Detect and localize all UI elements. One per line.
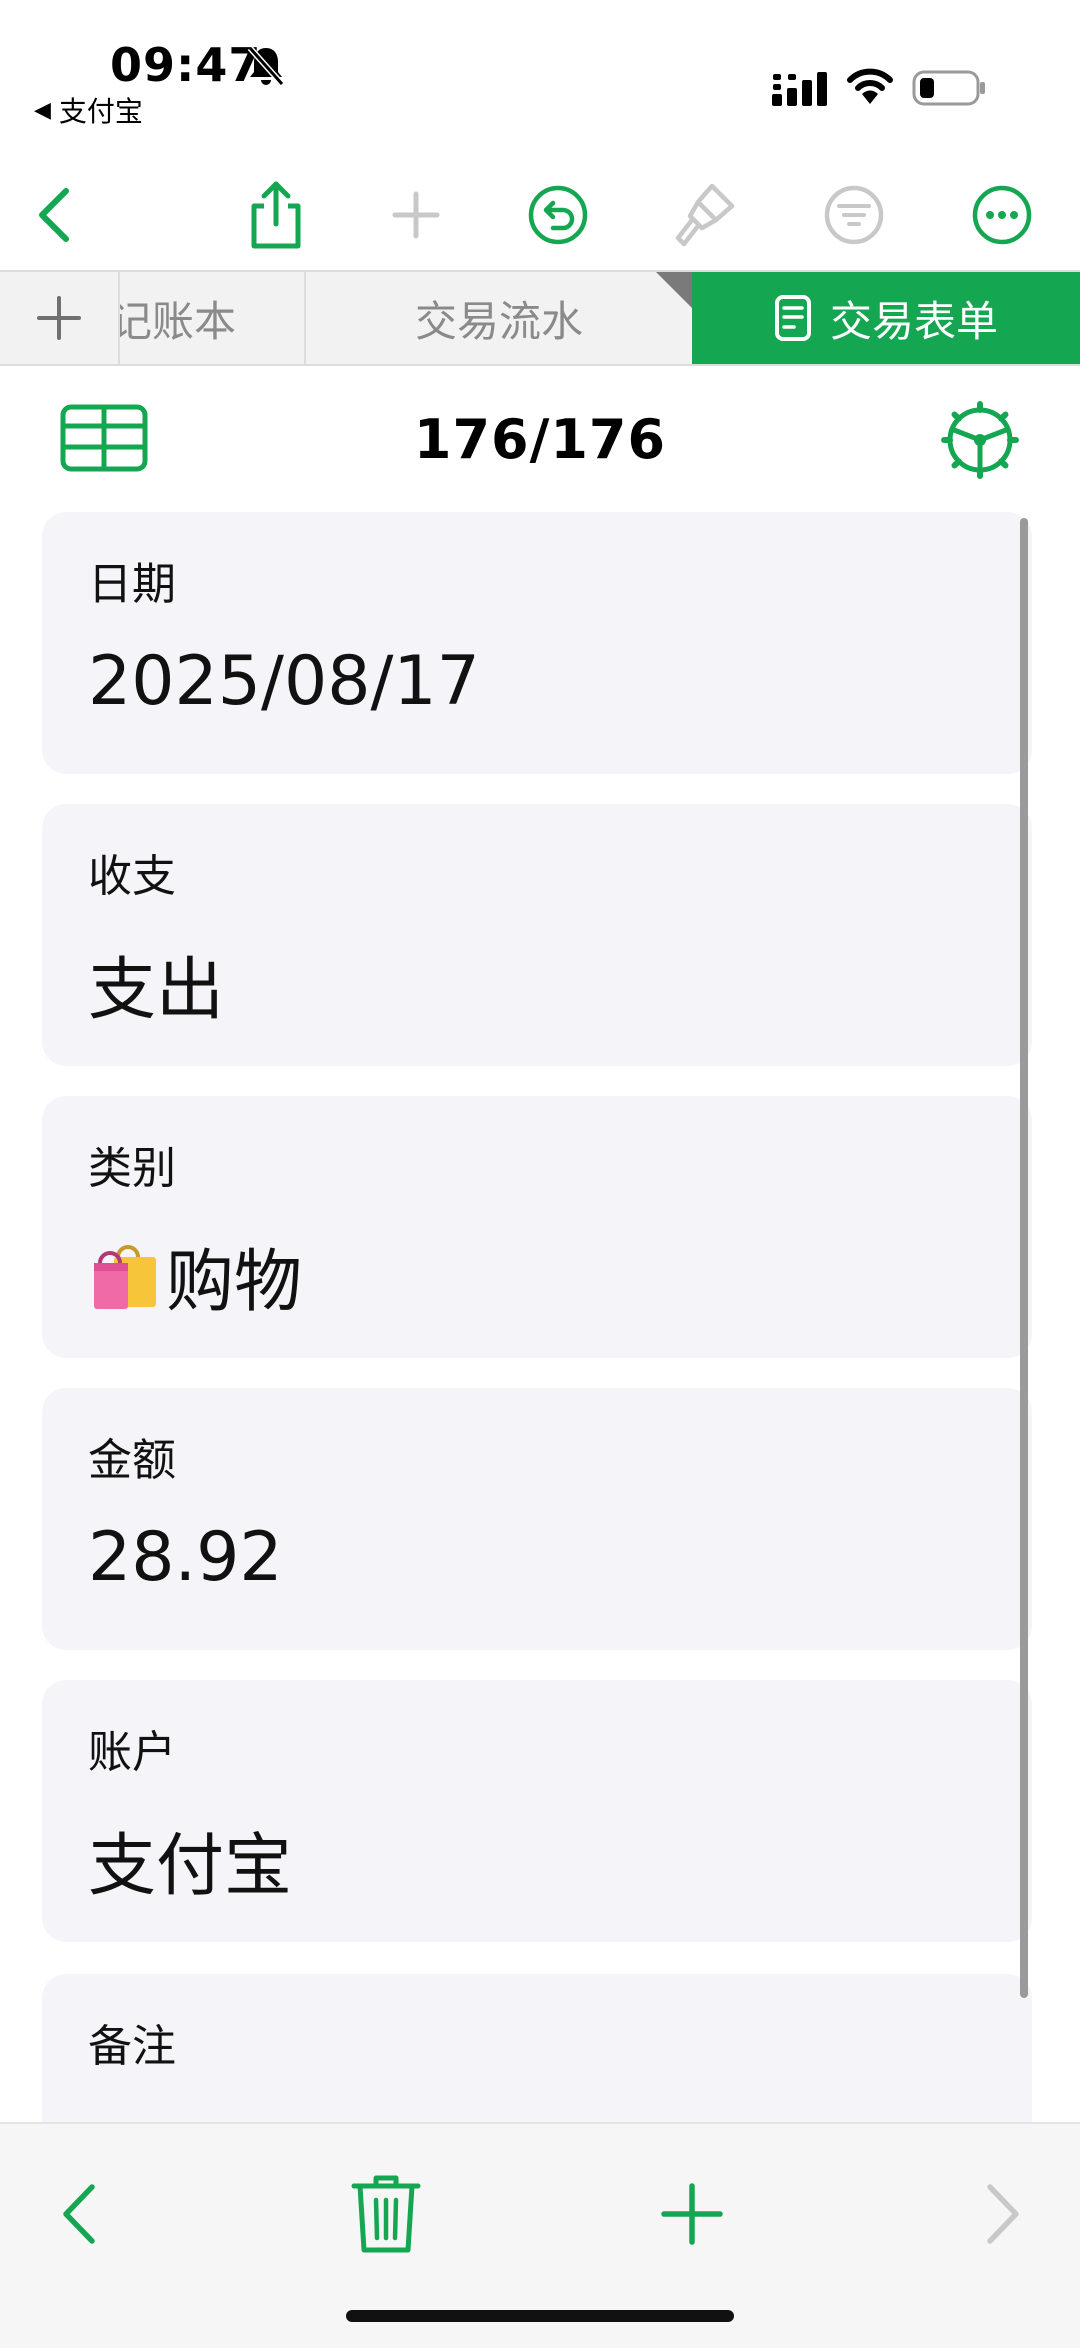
- previous-record-icon: [63, 2184, 95, 2244]
- form-document-icon: [774, 295, 811, 341]
- form-header: 176/176: [0, 380, 1080, 500]
- field-value: 支付宝: [88, 1827, 293, 1906]
- previous-record-button[interactable]: [8, 2144, 148, 2284]
- next-record-icon: [987, 2184, 1019, 2244]
- sheet-tabs: 记账本 交易流水 交易表单: [0, 270, 1080, 366]
- tab-transaction-flow[interactable]: 交易流水: [306, 272, 692, 364]
- field-value-wrap: 购物: [88, 1226, 302, 1325]
- share-button[interactable]: [234, 160, 318, 270]
- tab-label: 交易流水: [414, 296, 583, 346]
- filter-icon: [824, 185, 884, 245]
- field-value: 2025/08/17: [88, 642, 480, 721]
- field-value: 28.92: [88, 1518, 283, 1597]
- field-label: 收支: [88, 851, 176, 902]
- back-chevron-icon: [39, 188, 69, 242]
- field-income-expense[interactable]: 收支 支出: [42, 804, 1032, 1066]
- wifi-icon: [847, 68, 893, 104]
- tab-label: 交易表单: [829, 296, 998, 346]
- battery-icon: [912, 70, 985, 106]
- delete-icon: [351, 2175, 421, 2253]
- field-label: 备注: [88, 2021, 176, 2072]
- back-app-label: 支付宝: [58, 95, 143, 128]
- form-settings-icon[interactable]: [940, 400, 1020, 480]
- add-sheet-button[interactable]: [0, 272, 120, 364]
- back-triangle-icon: ◀: [34, 97, 51, 123]
- field-category[interactable]: 类别 购物: [42, 1096, 1032, 1358]
- field-date[interactable]: 日期 2025/08/17: [42, 512, 1032, 774]
- plus-icon: [37, 296, 81, 340]
- filter-button: [812, 160, 896, 270]
- field-amount[interactable]: 金额 28.92: [42, 1388, 1032, 1650]
- add-record-icon: [661, 2183, 723, 2245]
- scrollbar[interactable]: [1020, 518, 1028, 1998]
- cellular-signal-icon: [772, 72, 827, 106]
- tab-corner-marker: [656, 272, 692, 308]
- more-icon: [972, 185, 1032, 245]
- shopping-bags-icon: [94, 1245, 156, 1309]
- back-button[interactable]: [14, 160, 94, 270]
- status-bar: 09:47 ◀ 支付宝: [0, 0, 1080, 130]
- status-time: 09:47: [110, 38, 262, 92]
- delete-record-button[interactable]: [316, 2144, 456, 2284]
- more-button[interactable]: [960, 160, 1044, 270]
- bell-slash-icon: [247, 46, 285, 86]
- add-record-button[interactable]: [622, 2144, 762, 2284]
- field-label: 类别: [88, 1143, 176, 1194]
- tab-transaction-form[interactable]: 交易表单: [692, 272, 1080, 364]
- home-indicator[interactable]: [346, 2310, 734, 2322]
- record-counter: 176/176: [413, 408, 667, 471]
- field-value: 支出: [88, 951, 225, 1030]
- paintbrush-icon: [675, 183, 735, 247]
- field-label: 账户: [88, 1727, 176, 1778]
- back-to-app-link[interactable]: ◀ 支付宝: [34, 90, 143, 130]
- add-icon: [392, 191, 440, 239]
- toolbar: [0, 160, 1080, 270]
- undo-icon: [528, 185, 588, 245]
- tab-label: 记账本: [110, 296, 237, 346]
- add-button: [376, 160, 456, 270]
- share-icon: [251, 181, 301, 249]
- undo-button[interactable]: [516, 160, 600, 270]
- format-button: [662, 160, 748, 270]
- next-record-button: [934, 2144, 1074, 2284]
- field-value: 购物: [166, 1243, 303, 1322]
- field-label: 日期: [88, 559, 176, 610]
- field-account[interactable]: 账户 支付宝: [42, 1680, 1032, 1942]
- numbers-form-screen: 09:47 ◀ 支付宝 记账本 交易流水 交易表单 176/176 日期 202…: [0, 0, 1080, 2348]
- field-label: 金额: [88, 1435, 176, 1486]
